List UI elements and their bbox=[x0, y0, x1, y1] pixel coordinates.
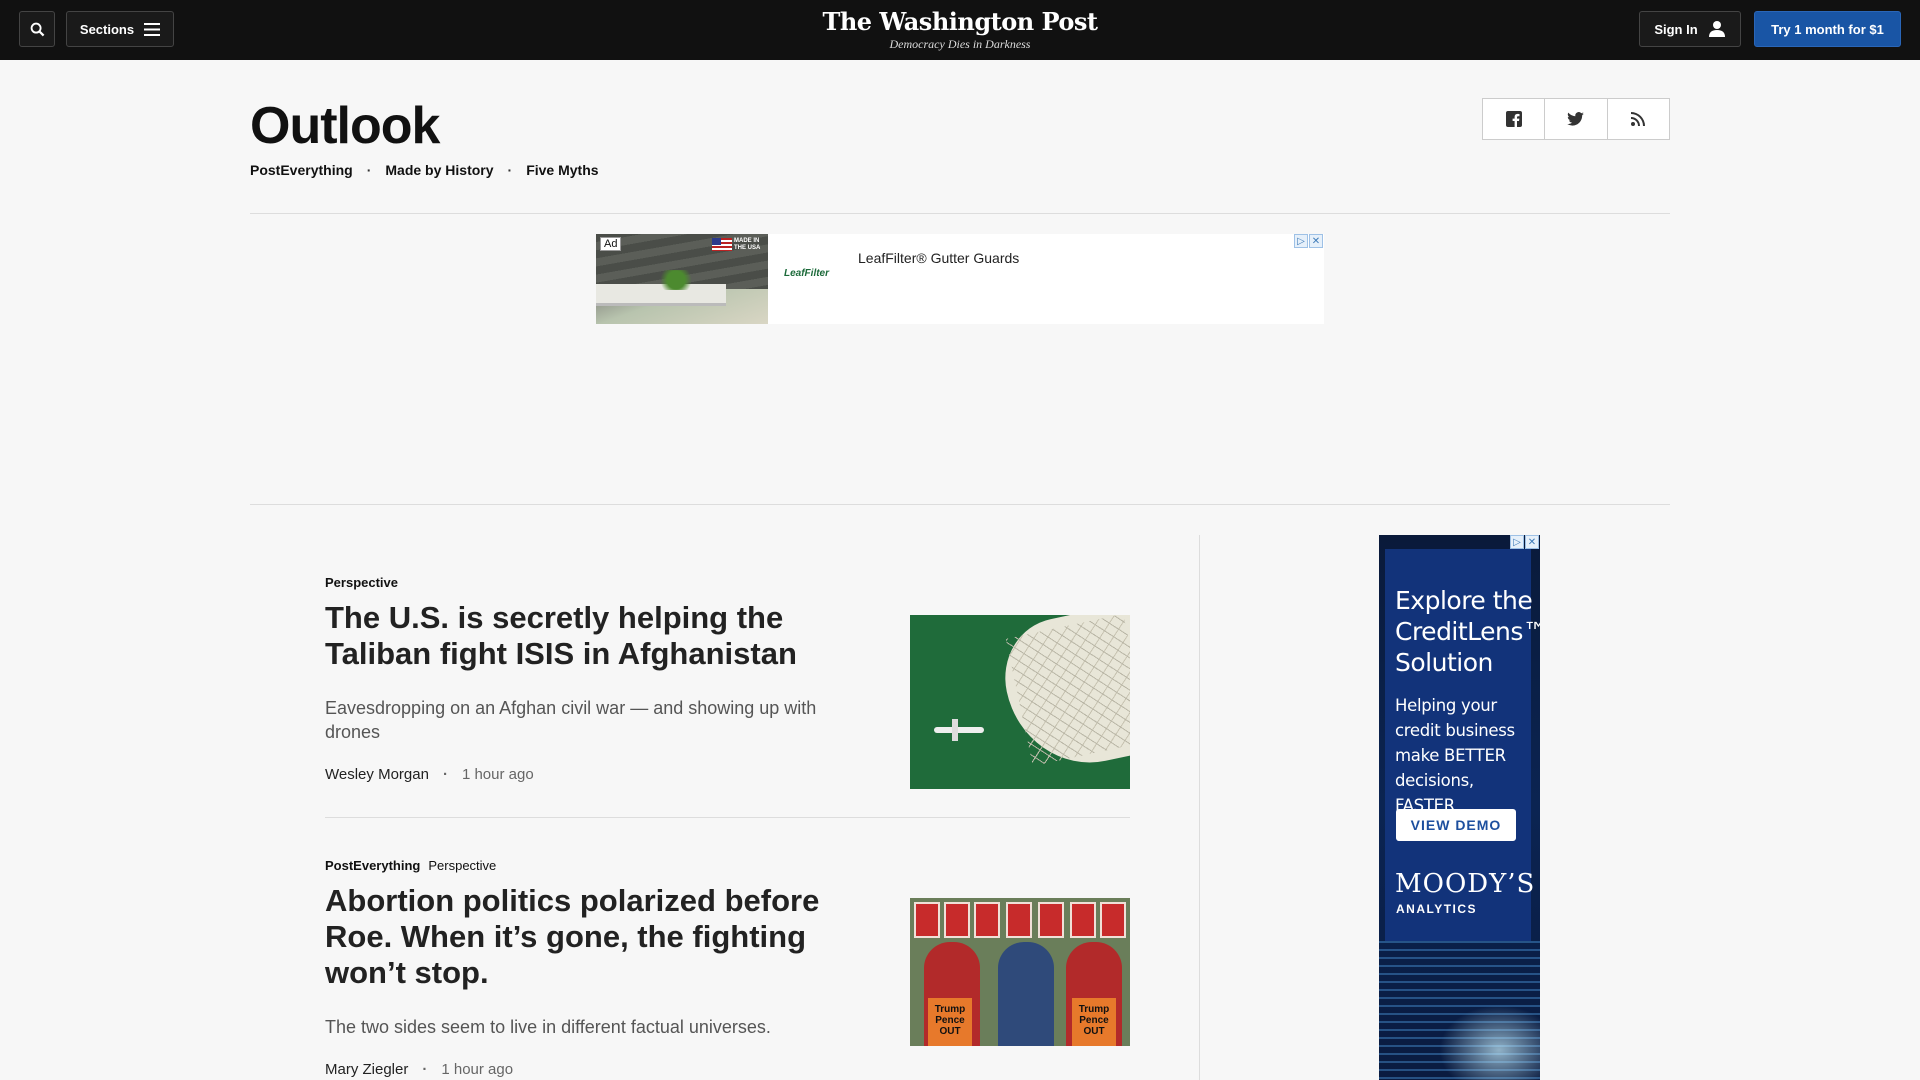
kicker-label[interactable]: PostEverything bbox=[325, 858, 420, 873]
ad-divider bbox=[250, 504, 1670, 505]
subnav-item-made-by-history[interactable]: Made by History bbox=[385, 162, 493, 178]
timestamp: 1 hour ago bbox=[461, 766, 534, 783]
timestamp: 1 hour ago bbox=[441, 1061, 514, 1078]
article-dek: The two sides seem to live in different … bbox=[325, 1017, 771, 1037]
section-subnav: PostEverything · Made by History · Five … bbox=[250, 162, 599, 178]
top-navigation-bar: Sections The Washington Post Democracy D… bbox=[0, 0, 1920, 60]
separator-dot: · bbox=[507, 162, 513, 178]
article-headline[interactable]: Abortion politics polarized before Roe. … bbox=[325, 883, 865, 991]
map-illustration bbox=[993, 615, 1130, 778]
subnav-item-five-myths[interactable]: Five Myths bbox=[526, 162, 598, 178]
masthead-logo[interactable]: The Washington Post Democracy Dies in Da… bbox=[760, 8, 1160, 52]
article-kicker: Perspective bbox=[325, 575, 1130, 590]
article-thumbnail[interactable] bbox=[910, 615, 1130, 789]
rss-icon bbox=[1631, 112, 1646, 126]
article-kicker: PostEverything Perspective bbox=[325, 858, 1130, 873]
side-ad-brand: MOODY’S bbox=[1395, 869, 1536, 899]
author-name[interactable]: Mary Ziegler bbox=[325, 1061, 408, 1078]
kicker-label[interactable]: Perspective bbox=[325, 575, 398, 590]
ad-label: Ad bbox=[600, 237, 622, 251]
rss-feed-button[interactable] bbox=[1608, 99, 1669, 139]
user-icon bbox=[1708, 21, 1725, 37]
author-name[interactable]: Wesley Morgan bbox=[325, 766, 429, 783]
protest-sign-text: Trump Pence OUT bbox=[1072, 998, 1116, 1046]
adchoices-icon[interactable]: ▷ bbox=[1510, 535, 1524, 549]
twitter-share-button[interactable] bbox=[1545, 99, 1608, 139]
separator-dot: · bbox=[366, 162, 372, 178]
masthead-name: The Washington Post bbox=[822, 7, 1098, 36]
sections-label: Sections bbox=[79, 21, 135, 37]
facebook-share-button[interactable] bbox=[1483, 99, 1546, 139]
adchoices-icon[interactable]: ▷ bbox=[1294, 234, 1308, 248]
leaderboard-ad[interactable]: MADE IN THE USA Ad LeafFilter LeafFilter… bbox=[596, 234, 1324, 324]
masthead-tagline: Democracy Dies in Darkness bbox=[889, 37, 1031, 51]
article-dek: Eavesdropping on an Afghan civil war — a… bbox=[325, 698, 817, 742]
share-buttons bbox=[1482, 98, 1670, 140]
side-ad-title: Explore the CreditLens™ Solution bbox=[1395, 586, 1540, 677]
article-divider bbox=[325, 817, 1130, 818]
article-headline[interactable]: The U.S. is secretly helping the Taliban… bbox=[325, 600, 865, 672]
article-card[interactable]: Perspective The U.S. is secretly helping… bbox=[325, 575, 1130, 789]
search-icon bbox=[30, 22, 44, 36]
twitter-icon bbox=[1567, 112, 1585, 126]
article-thumbnail[interactable]: Trump Pence OUT Trump Pence OUT bbox=[910, 898, 1130, 1046]
sign-in-button[interactable]: Sign In bbox=[1639, 11, 1741, 47]
ad-image: MADE IN THE USA Ad bbox=[596, 234, 768, 324]
article-byline: Mary Ziegler · 1 hour ago bbox=[325, 1061, 1130, 1078]
side-ad-body: Helping your credit business make BETTER… bbox=[1395, 696, 1515, 815]
ad-logo: LeafFilter bbox=[784, 268, 830, 279]
separator-dot: · bbox=[422, 1061, 428, 1078]
kicker-label-secondary: Perspective bbox=[428, 858, 497, 873]
search-button[interactable] bbox=[19, 11, 55, 47]
decorative-glow bbox=[1439, 1005, 1540, 1080]
subscribe-button[interactable]: Try 1 month for $1 bbox=[1754, 11, 1901, 47]
facebook-icon bbox=[1505, 111, 1522, 127]
header-divider bbox=[250, 213, 1670, 214]
close-ad-icon[interactable]: ✕ bbox=[1309, 234, 1323, 248]
sections-menu-button[interactable]: Sections bbox=[66, 11, 174, 47]
close-ad-icon[interactable]: ✕ bbox=[1525, 535, 1539, 549]
article-card[interactable]: PostEverything Perspective Abortion polit… bbox=[325, 858, 1130, 1078]
us-flag-icon bbox=[712, 238, 732, 251]
ad-headline[interactable]: LeafFilter® Gutter Guards bbox=[858, 250, 1019, 266]
separator-dot: · bbox=[442, 766, 448, 783]
sidebar-ad[interactable]: Explore the CreditLens™ Solution Helping… bbox=[1379, 535, 1540, 1080]
subnav-item-posteverything[interactable]: PostEverything bbox=[250, 162, 353, 178]
hamburger-icon bbox=[144, 22, 161, 36]
drone-illustration bbox=[934, 719, 984, 741]
side-ad-brand-sub: ANALYTICS bbox=[1396, 902, 1478, 916]
ad-badge: MADE IN THE USA bbox=[734, 238, 761, 251]
column-divider bbox=[1199, 535, 1200, 1080]
view-demo-button[interactable]: VIEW DEMO bbox=[1396, 809, 1516, 841]
protest-sign-text: Trump Pence OUT bbox=[928, 998, 972, 1046]
page-title: Outlook bbox=[250, 97, 440, 155]
sign-in-label: Sign In bbox=[1654, 21, 1698, 37]
